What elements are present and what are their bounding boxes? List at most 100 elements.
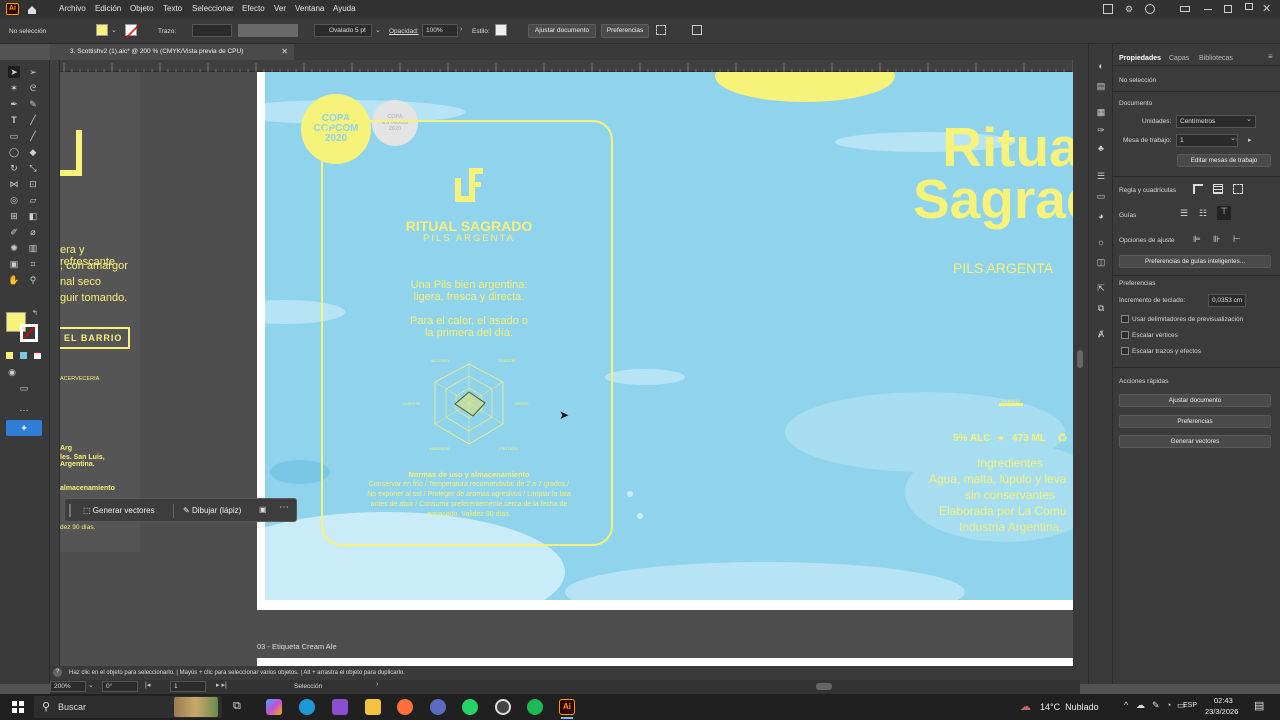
arrange-icon[interactable] (656, 25, 666, 35)
pixel-grid-icon[interactable] (1233, 184, 1243, 194)
share-icon[interactable] (1103, 4, 1113, 14)
free-transform-icon[interactable]: ⊡ (27, 178, 39, 190)
width-tool-icon[interactable]: ⋈ (8, 178, 20, 190)
pen-tray-icon[interactable]: ✎ (1152, 700, 1160, 711)
grid-icon[interactable] (1213, 184, 1223, 194)
visual-studio-icon[interactable] (332, 699, 348, 715)
snap-glyph-icon[interactable]: ⊪ (1213, 234, 1221, 245)
curvature-icon[interactable]: ✎ (27, 98, 39, 110)
artboard-main[interactable]: COPA COPCOM 2020 COPA ESTADOS 2020 RITUA… (257, 72, 1073, 610)
rotate-icon[interactable]: ↻ (8, 162, 20, 174)
minimize-icon[interactable] (1204, 9, 1212, 10)
zoom-tool-icon[interactable]: ⚲ (27, 274, 39, 286)
prev-artboard-icon[interactable]: ‹ (1235, 136, 1237, 143)
eraser-icon[interactable]: ◆ (27, 146, 39, 158)
checkbox-scale-corners[interactable] (1121, 331, 1129, 339)
swap-icon[interactable]: ↰ (32, 309, 38, 317)
preferences-panel-button[interactable]: Preferencias (1119, 415, 1271, 428)
show-guides-icon[interactable]: ☰ (1180, 208, 1188, 219)
language-indicator[interactable]: ESP (1183, 702, 1197, 709)
rotate-field[interactable]: 0° (102, 681, 138, 692)
stroke-color-box[interactable] (20, 324, 38, 342)
home-icon[interactable] (26, 3, 38, 15)
lasso-icon[interactable]: ᘓ (27, 82, 39, 94)
chevron-right-icon[interactable]: › (460, 26, 462, 33)
style-swatch[interactable] (495, 24, 507, 36)
menu-archivo[interactable]: Archivo (59, 4, 86, 13)
chevron-right-icon[interactable]: › (376, 681, 378, 688)
preferences-button[interactable]: Preferencias (601, 24, 649, 38)
fit-document-panel-button[interactable]: Ajustar documento (1119, 394, 1271, 407)
color-mode-icon[interactable] (6, 352, 13, 359)
ruler-icon[interactable] (1193, 184, 1203, 194)
notifications-icon[interactable]: ▤ (1254, 699, 1264, 712)
chevron-down-icon[interactable]: ⌄ (375, 26, 381, 34)
menu-ventana[interactable]: Ventana (295, 4, 324, 13)
menu-edicion[interactable]: Edición (95, 4, 121, 13)
pen-tool-icon[interactable]: ✒ (8, 98, 20, 110)
graph-icon[interactable]: ▥ (27, 242, 39, 254)
whatsapp-icon[interactable] (462, 699, 478, 715)
appearance-panel-icon[interactable]: ☼ (1095, 236, 1107, 248)
brush-select[interactable]: Ovalado 5 pt (314, 24, 372, 37)
transparency-panel-icon[interactable]: ◕ (1095, 210, 1107, 222)
spotify-icon[interactable] (527, 699, 543, 715)
artboard-nav-field[interactable]: 1 (170, 681, 206, 692)
gradient-icon[interactable]: ◧ (27, 210, 39, 222)
tab-layers[interactable]: Capas (1169, 55, 1189, 62)
close-tab-icon[interactable]: ✕ (281, 44, 288, 60)
menu-efecto[interactable]: Efecto (242, 4, 265, 13)
illustrator-taskbar-icon[interactable]: Ai (559, 699, 575, 715)
artboard-select[interactable]: 1 (1176, 134, 1238, 147)
artboards-panel-icon[interactable]: ⧉ (1095, 302, 1107, 314)
network-icon[interactable]: ☁ (1136, 700, 1145, 711)
tab-properties[interactable]: Propiedades (1119, 55, 1161, 62)
label-card[interactable]: RITUAL SAGRADO PILS ARGENTA Una Pils bie… (321, 120, 613, 546)
menu-objeto[interactable]: Objeto (130, 4, 154, 13)
tray-chevron-icon[interactable]: ^ (1124, 700, 1128, 710)
mesh-icon[interactable]: ⊞ (8, 210, 20, 222)
snap-pixel-icon[interactable]: ⊢ (1233, 234, 1241, 245)
next-artboard-label[interactable]: 03 - Etiqueta Cream Ale (257, 642, 337, 651)
fit-document-button[interactable]: Ajustar documento (528, 24, 596, 38)
stroke-swatch[interactable] (125, 24, 139, 39)
canvas[interactable]: era y refrescante. , con amargor nal sec… (60, 72, 1073, 684)
fill-swatch[interactable] (96, 24, 108, 36)
line-tool-icon[interactable]: ╱ (27, 114, 39, 126)
clock-date[interactable]: 23/3/2026 (1205, 707, 1238, 716)
keyboard-increment-field[interactable]: 0,0353 cm (1208, 294, 1246, 307)
maximize-icon[interactable] (1224, 5, 1232, 13)
symbol-sprayer-icon[interactable]: ✺ (8, 242, 20, 254)
search-icon[interactable] (1145, 4, 1155, 14)
opacity-field[interactable]: 100% (422, 24, 458, 37)
task-view-icon[interactable]: ⧉ (233, 700, 241, 713)
gpu-icon[interactable]: ⚙ (1125, 4, 1135, 14)
scale-icon[interactable]: ⤡ (27, 162, 39, 174)
units-select[interactable]: Centímetros (1176, 115, 1256, 128)
windows-start-icon[interactable] (12, 701, 24, 713)
export-panel-icon[interactable]: ⇱ (1095, 282, 1107, 294)
eyedropper-icon[interactable]: ✐ (8, 226, 20, 238)
horizontal-ruler[interactable] (60, 60, 1072, 73)
glyph-panel-icon[interactable]: Ⱥ (1095, 328, 1107, 340)
generate-vectors-button[interactable]: ⬚ Generar vectores (83, 503, 155, 518)
chevron-down-icon[interactable]: ⌄ (1246, 115, 1252, 123)
menu-seleccionar[interactable]: Seleccionar (192, 4, 234, 13)
taskbar-search-box[interactable]: ⚲ Buscar (34, 696, 222, 718)
magic-wand-icon[interactable]: ✶ (8, 82, 20, 94)
edge-icon[interactable] (299, 699, 315, 715)
more-tools-icon[interactable]: ⋯ (18, 404, 30, 416)
menu-texto[interactable]: Texto (163, 4, 182, 13)
brushes-panel-icon[interactable]: ✑ (1095, 124, 1107, 136)
snap-point-icon[interactable]: ⊫ (1193, 234, 1201, 245)
obs-icon[interactable] (495, 699, 511, 715)
more-options-icon[interactable]: ⋯ (279, 502, 289, 513)
checkbox-scale-strokes[interactable] (1121, 347, 1129, 355)
image-icon[interactable]: ▣ (259, 505, 267, 514)
restore-icon[interactable] (1245, 3, 1253, 10)
screen-mode-icon[interactable]: ▭ (18, 382, 30, 394)
stroke-weight-field[interactable] (192, 24, 232, 37)
perspective-icon[interactable]: ▱ (27, 194, 39, 206)
browser-profile-icon[interactable] (430, 699, 446, 715)
hand-tool-icon[interactable]: ✋ (8, 274, 20, 286)
